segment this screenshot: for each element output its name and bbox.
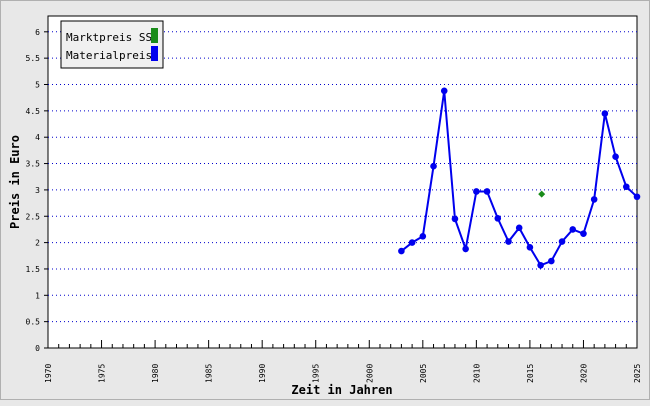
y-tick-label: 1	[35, 291, 40, 300]
y-axis-ticks: 0 0.5 1 1.5 2 2.5 3 3.5 4 4.5 5 5.5 6	[26, 28, 48, 353]
data-point	[590, 196, 598, 203]
x-tick-label: 1980	[151, 364, 160, 383]
data-point	[580, 230, 587, 237]
y-tick-label: 5.5	[26, 54, 41, 63]
data-point	[558, 238, 566, 245]
y-axis-label: Preis in Euro	[8, 135, 22, 229]
y-tick-label: 0	[35, 344, 40, 353]
data-point	[440, 87, 448, 95]
data-point	[419, 232, 427, 240]
data-point	[569, 226, 577, 233]
y-tick-label: 4.5	[26, 107, 41, 116]
x-tick-label: 1985	[205, 364, 214, 383]
x-tick-label: 2025	[633, 364, 642, 383]
x-tick-label: 2000	[365, 364, 374, 383]
legend-swatch-materialpreis	[151, 46, 158, 61]
data-point	[473, 188, 480, 195]
data-point	[398, 247, 405, 255]
x-tick-label: 2015	[526, 364, 535, 383]
x-tick-label: 1990	[258, 364, 267, 383]
data-point	[601, 110, 609, 117]
data-point	[494, 215, 502, 222]
data-point	[505, 238, 512, 245]
y-tick-label: 2.5	[26, 212, 41, 221]
data-point	[430, 162, 437, 170]
x-tick-label: 1975	[98, 364, 107, 383]
x-axis-label: Zeit in Jahren	[291, 383, 392, 397]
legend: Marktpreis SS Materialpreis	[60, 20, 164, 69]
x-tick-label: 2020	[579, 364, 588, 383]
y-tick-label: 4	[35, 133, 40, 142]
data-point	[408, 239, 416, 246]
legend-swatch-marktpreis	[151, 28, 158, 43]
y-tick-label: 6	[35, 28, 40, 37]
data-point	[462, 245, 469, 253]
y-tick-label: 2	[35, 239, 40, 248]
y-tick-label: 3	[35, 186, 40, 195]
y-tick-label: 1.5	[26, 265, 41, 274]
chart-frame: 0 0.5 1 1.5 2 2.5 3 3.5 4 4.5 5 5.5 6 1970 1975 1980 19…	[0, 0, 650, 400]
price-chart: 0 0.5 1 1.5 2 2.5 3 3.5 4 4.5 5 5.5 6 1970 1975 1980 19…	[8, 15, 642, 397]
data-point	[612, 153, 619, 161]
x-tick-label: 2010	[472, 364, 481, 383]
data-point	[515, 224, 523, 232]
legend-label-materialpreis: Materialpreis	[66, 49, 152, 62]
data-point	[622, 183, 630, 191]
data-point	[548, 257, 555, 265]
data-point	[526, 244, 534, 251]
legend-label-marktpreis: Marktpreis SS	[66, 31, 152, 44]
x-tick-label: 2005	[419, 364, 428, 383]
data-point	[537, 261, 544, 269]
data-point	[451, 215, 459, 223]
data-point	[483, 188, 491, 195]
x-tick-label: 1995	[312, 364, 321, 383]
x-tick-label: 1970	[44, 364, 53, 383]
y-tick-label: 0.5	[26, 318, 41, 327]
y-tick-label: 3.5	[26, 160, 41, 169]
data-point	[633, 193, 641, 201]
y-tick-label: 5	[35, 81, 40, 90]
